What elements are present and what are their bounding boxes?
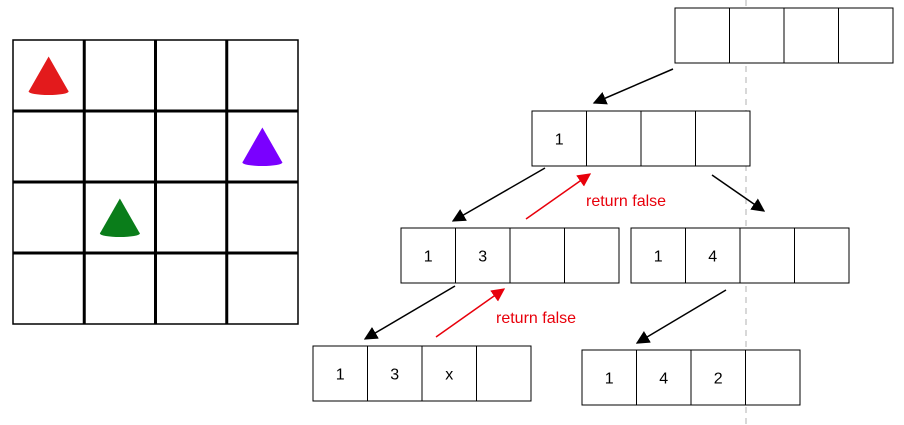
node-cell (794, 227, 850, 284)
node-cell-value: 2 (714, 371, 723, 388)
node-cell-value: 1 (654, 249, 663, 266)
tree-node-1-4: 14 (630, 227, 850, 284)
arrow-1-to-1-4 (711, 174, 766, 212)
tree-node-1-4-2: 1 4 2 (581, 349, 801, 406)
node-cell (640, 110, 696, 167)
node-cell (745, 349, 801, 406)
node-cell-value: 3 (390, 367, 399, 384)
purple-cone-icon (242, 127, 283, 166)
node-cell-value: 4 (708, 249, 717, 266)
node-cell (695, 110, 751, 167)
node-cell (674, 7, 730, 64)
arrow-1-4-to-1-4-2 (635, 289, 727, 344)
return-false-label-upper: return false (586, 193, 666, 210)
node-cell (739, 227, 795, 284)
node-cell-value: 3 (478, 249, 487, 266)
arrow-1-3-to-1-3-x (363, 285, 456, 340)
tree-node-1: 1 (531, 110, 751, 167)
node-cell (509, 227, 565, 284)
node-cell (564, 227, 620, 284)
diagram-canvas: 1 13 14 13x 142 return false return fals… (12, 0, 894, 425)
red-cone-icon (28, 56, 69, 95)
chess-board (12, 39, 299, 325)
tree-node-1-3-x: 1 3 x (312, 345, 532, 402)
node-cell (729, 7, 785, 64)
node-cell (476, 345, 532, 402)
node-cell (838, 7, 894, 64)
node-cell (783, 7, 839, 64)
return-false-label-lower: return false (496, 310, 576, 327)
diagram-stage: 1 13 14 13x 142 return false return fals… (0, 0, 904, 425)
backtrack-arrow-upper (525, 173, 592, 220)
backtrack-arrow-lower (435, 288, 506, 338)
green-cone-icon (99, 198, 140, 237)
arrow-1-to-1-3 (451, 167, 546, 222)
node-cell-value: x (445, 367, 453, 384)
node-cell (586, 110, 642, 167)
tree-node-root (674, 7, 894, 64)
arrow-root-to-1 (592, 68, 674, 105)
node-cell-value: 1 (424, 249, 433, 266)
tree-node-1-3: 13 (400, 227, 620, 284)
node-cell-value: 1 (336, 367, 345, 384)
node-cell-value: 1 (555, 132, 564, 149)
node-cell-value: 4 (659, 371, 668, 388)
node-cell-value: 1 (605, 371, 614, 388)
